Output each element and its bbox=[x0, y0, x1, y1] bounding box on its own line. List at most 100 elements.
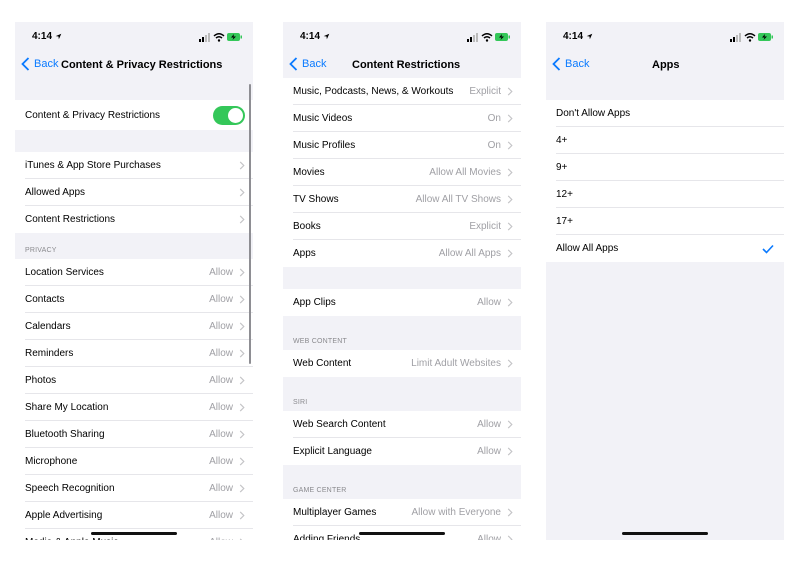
page-title: Apps bbox=[652, 59, 680, 71]
status-time: 4:14 bbox=[563, 31, 584, 42]
row-value: Allow bbox=[209, 483, 233, 494]
row-label: Photos bbox=[25, 375, 57, 386]
back-button[interactable]: Back bbox=[550, 57, 589, 71]
row-label: Multiplayer Games bbox=[293, 507, 377, 518]
back-chevron-icon bbox=[21, 57, 30, 71]
row-itunes-app-store-purchases[interactable]: iTunes & App Store Purchases bbox=[15, 152, 253, 179]
home-indicator bbox=[622, 532, 708, 535]
section-header-siri: SIRI bbox=[293, 399, 308, 406]
row-label: iTunes & App Store Purchases bbox=[25, 160, 161, 171]
row-music-podcasts-news-and-workouts[interactable]: Music, Podcasts, News, & Workouts Explici… bbox=[283, 78, 521, 105]
row-label: Music Profiles bbox=[293, 140, 356, 151]
row-chevron-icon bbox=[507, 168, 513, 177]
row-label: Books bbox=[293, 221, 321, 232]
row-chevron-icon bbox=[239, 457, 245, 466]
option-allow-all-apps[interactable]: Allow All Apps bbox=[546, 235, 784, 262]
row-value: Allow bbox=[209, 510, 233, 521]
row-tv-shows[interactable]: TV Shows Allow All TV Shows bbox=[283, 186, 521, 213]
row-value: Allow bbox=[209, 456, 233, 467]
row-label: Music, Podcasts, News, & Workouts bbox=[293, 86, 454, 97]
row-chevron-icon bbox=[507, 298, 513, 307]
row-bluetooth-sharing[interactable]: Bluetooth Sharing Allow bbox=[15, 421, 253, 448]
row-microphone[interactable]: Microphone Allow bbox=[15, 448, 253, 475]
row-label: Microphone bbox=[25, 456, 78, 467]
siri-group: Web Search Content Allow Explicit Language… bbox=[283, 411, 521, 465]
row-web-content[interactable]: Web Content Limit Adult Websites bbox=[283, 350, 521, 377]
apps-options-list[interactable]: Don't Allow Apps 4+ 9+ 12+ 17+ Allow All Apps bbox=[546, 78, 784, 540]
row-web-search-content[interactable]: Web Search Content Allow bbox=[283, 411, 521, 438]
row-value: On bbox=[487, 140, 501, 151]
row-value: Explicit bbox=[469, 86, 501, 97]
row-content-restrictions[interactable]: Content Restrictions bbox=[15, 206, 253, 233]
option-label: Allow All Apps bbox=[556, 243, 619, 254]
settings-list[interactable]: Content & Privacy Restrictions iTunes & … bbox=[15, 78, 253, 540]
row-label: Music Videos bbox=[293, 113, 353, 124]
row-label: Bluetooth Sharing bbox=[25, 429, 105, 440]
row-chevron-icon bbox=[239, 376, 245, 385]
option-4[interactable]: 4+ bbox=[546, 127, 784, 154]
row-speech-recognition[interactable]: Speech Recognition Allow bbox=[15, 475, 253, 502]
row-apps[interactable]: Apps Allow All Apps bbox=[283, 240, 521, 267]
row-chevron-icon bbox=[239, 295, 245, 304]
row-chevron-icon bbox=[507, 195, 513, 204]
screen-content-privacy-restrictions: 4:14 Back Content & Privacy Restrictions… bbox=[15, 22, 253, 540]
scrollbar[interactable] bbox=[249, 84, 251, 364]
row-reminders[interactable]: Reminders Allow bbox=[15, 340, 253, 367]
row-books[interactable]: Books Explicit bbox=[283, 213, 521, 240]
row-explicit-language[interactable]: Explicit Language Allow bbox=[283, 438, 521, 465]
row-chevron-icon bbox=[507, 508, 513, 517]
option-don-t-allow-apps[interactable]: Don't Allow Apps bbox=[546, 100, 784, 127]
row-chevron-icon bbox=[239, 215, 245, 224]
back-label: Back bbox=[34, 58, 59, 70]
content-privacy-toggle[interactable] bbox=[213, 105, 245, 125]
row-calendars[interactable]: Calendars Allow bbox=[15, 313, 253, 340]
row-label: Contacts bbox=[25, 294, 65, 305]
row-chevron-icon bbox=[239, 161, 245, 170]
back-button[interactable]: Back bbox=[19, 57, 58, 71]
row-chevron-icon bbox=[507, 535, 513, 540]
screen-apps: 4:14 Back Apps Don't Allow Apps 4+ 9+ 12+ 17… bbox=[546, 22, 784, 540]
home-indicator bbox=[91, 532, 177, 535]
row-contacts[interactable]: Contacts Allow bbox=[15, 286, 253, 313]
option-label: 9+ bbox=[556, 162, 568, 173]
content-group: Music, Podcasts, News, & Workouts Explici… bbox=[283, 78, 521, 267]
section-header-privacy: PRIVACY bbox=[25, 247, 57, 254]
back-button[interactable]: Back bbox=[287, 57, 326, 71]
row-chevron-icon bbox=[507, 114, 513, 123]
location-arrow-icon bbox=[323, 33, 330, 40]
row-chevron-icon bbox=[507, 359, 513, 368]
status-icons bbox=[467, 33, 510, 42]
row-multiplayer-games[interactable]: Multiplayer Games Allow with Everyone bbox=[283, 499, 521, 526]
location-arrow-icon bbox=[586, 33, 593, 40]
settings-list[interactable]: Music, Podcasts, News, & Workouts Explici… bbox=[283, 78, 521, 540]
row-label: Apps bbox=[293, 248, 316, 259]
option-12[interactable]: 12+ bbox=[546, 181, 784, 208]
battery-charging-icon bbox=[495, 33, 510, 41]
row-value: Allow bbox=[209, 375, 233, 386]
home-indicator bbox=[359, 532, 445, 535]
row-app-clips[interactable]: App Clips Allow bbox=[283, 289, 521, 316]
row-label: Web Content bbox=[293, 358, 352, 369]
row-label: TV Shows bbox=[293, 194, 339, 205]
row-value: On bbox=[487, 113, 501, 124]
row-chevron-icon bbox=[239, 484, 245, 493]
row-location-services[interactable]: Location Services Allow bbox=[15, 259, 253, 286]
option-9[interactable]: 9+ bbox=[546, 154, 784, 181]
row-movies[interactable]: Movies Allow All Movies bbox=[283, 159, 521, 186]
row-allowed-apps[interactable]: Allowed Apps bbox=[15, 179, 253, 206]
status-icons bbox=[199, 33, 242, 42]
row-photos[interactable]: Photos Allow bbox=[15, 367, 253, 394]
row-apple-advertising[interactable]: Apple Advertising Allow bbox=[15, 502, 253, 529]
row-label: Content & Privacy Restrictions bbox=[25, 109, 161, 121]
row-value: Allow All Movies bbox=[429, 167, 501, 178]
row-value: Allow with Everyone bbox=[411, 507, 501, 518]
option-17[interactable]: 17+ bbox=[546, 208, 784, 235]
row-value: Allow bbox=[209, 537, 233, 540]
row-music-videos[interactable]: Music Videos On bbox=[283, 105, 521, 132]
status-bar: 4:14 bbox=[283, 22, 521, 52]
content-privacy-toggle-row: Content & Privacy Restrictions bbox=[15, 100, 253, 130]
navigation-bar: Back Content Restrictions bbox=[283, 52, 521, 78]
row-label: Reminders bbox=[25, 348, 74, 359]
row-music-profiles[interactable]: Music Profiles On bbox=[283, 132, 521, 159]
row-share-my-location[interactable]: Share My Location Allow bbox=[15, 394, 253, 421]
